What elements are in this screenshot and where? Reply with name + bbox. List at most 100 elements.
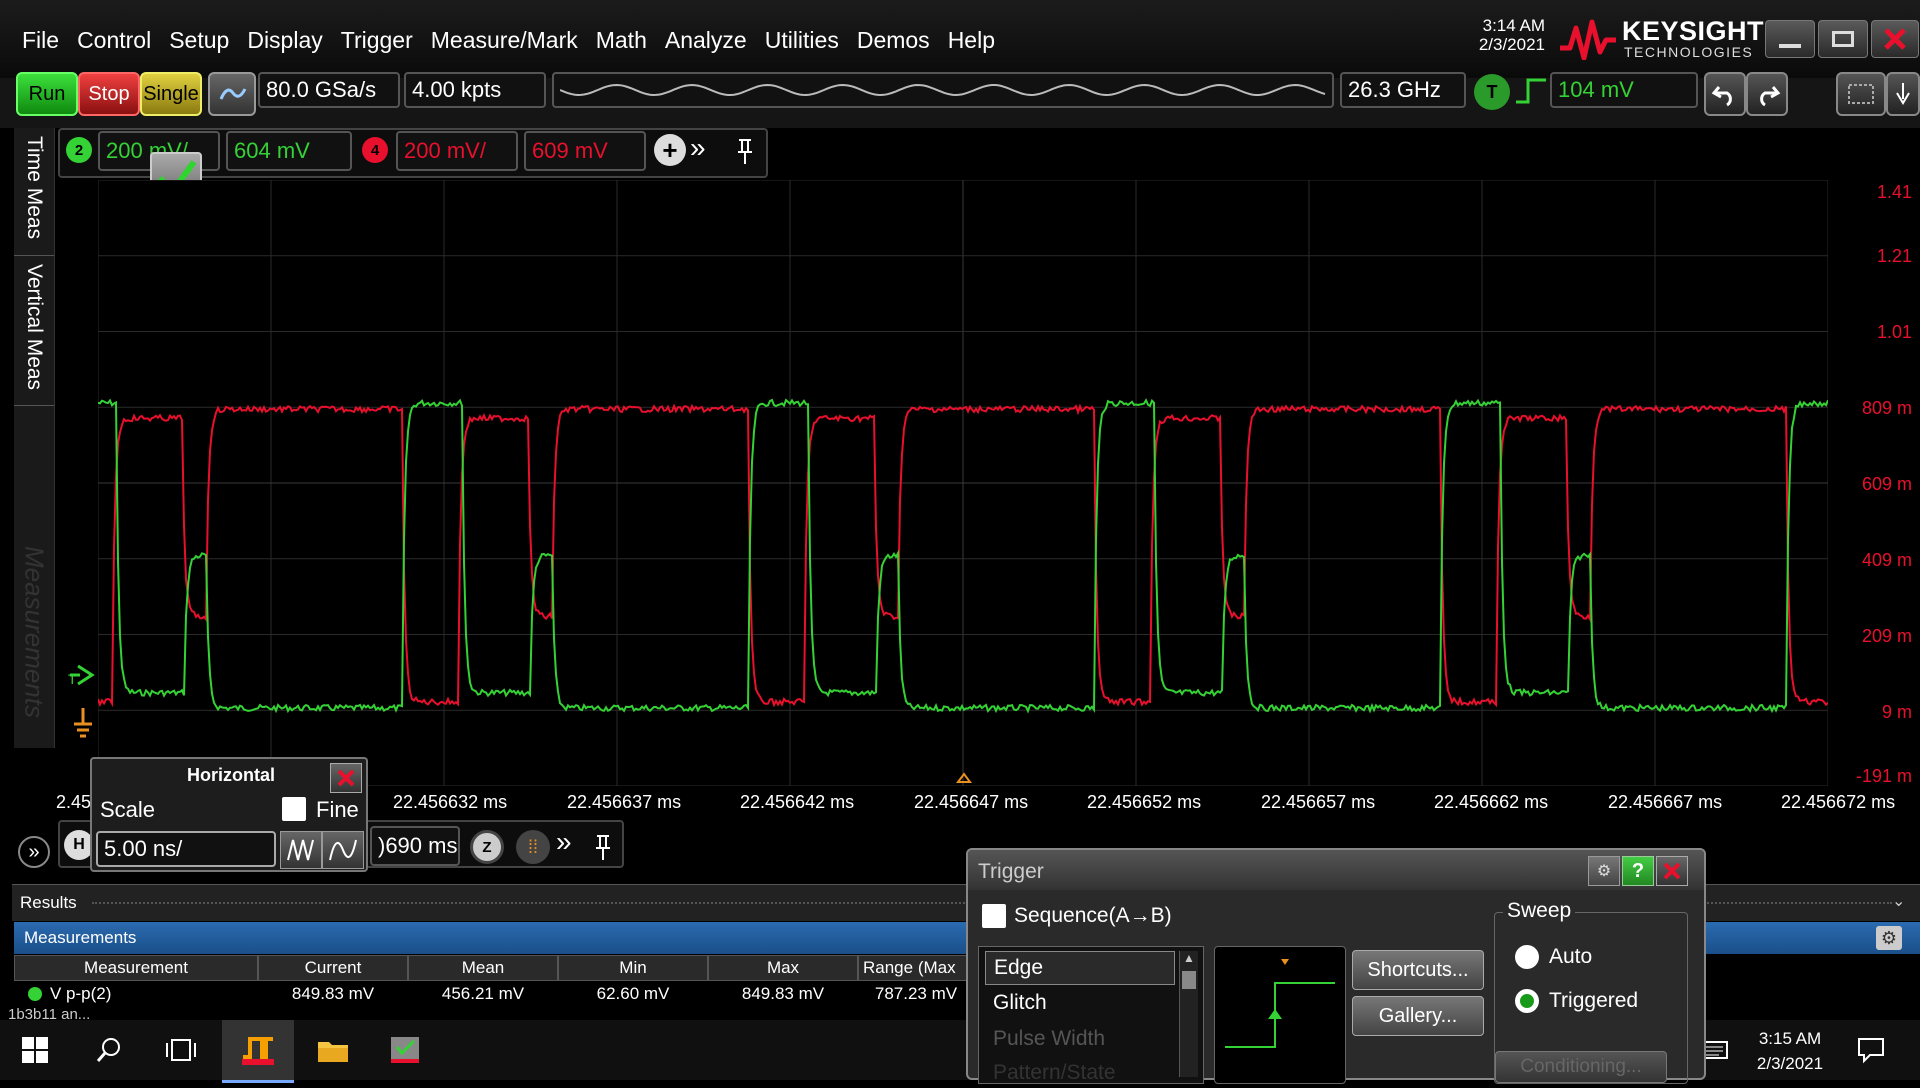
col-header[interactable]: Current (258, 955, 408, 981)
search-button[interactable] (74, 1020, 144, 1080)
menu-help[interactable]: Help (946, 27, 997, 54)
gear-icon: ⚙ (1596, 863, 1612, 880)
fine-checkbox[interactable] (282, 797, 306, 821)
expand-horizontal-button[interactable]: » (556, 826, 572, 858)
triggered-radio[interactable] (1515, 989, 1539, 1013)
windows-icon (22, 1037, 48, 1063)
brand-sub: TECHNOLOGIES (1624, 44, 1754, 60)
auto-radio[interactable] (1515, 945, 1539, 969)
minimize-button[interactable] (1765, 20, 1815, 58)
title-clock-time: 3:14 AM (1482, 16, 1545, 35)
col-header[interactable]: Max (708, 955, 858, 981)
edge-preview (1214, 946, 1346, 1084)
notification-icon[interactable] (1856, 1036, 1886, 1064)
single-button[interactable]: Single (140, 72, 202, 116)
gallery-button[interactable]: Gallery... (1352, 996, 1484, 1036)
measurements-table: Measurement Current Mean Min Max Range (… (14, 955, 974, 1015)
menu-trigger[interactable]: Trigger (339, 27, 415, 54)
channel-2-dot (28, 987, 42, 1001)
stop-button[interactable]: Stop (78, 72, 140, 116)
touch-toggle-button[interactable] (1886, 72, 1920, 116)
list-item-glitch[interactable]: Glitch (993, 991, 1047, 1015)
list-item-pulse-width[interactable]: Pulse Width (993, 1027, 1105, 1051)
taskbar-scope-app[interactable] (222, 1020, 294, 1083)
tab-measurements[interactable]: Measurements (14, 538, 54, 738)
close-app-button[interactable] (1871, 20, 1919, 58)
col-header[interactable]: Measurement (14, 955, 258, 981)
maximize-button[interactable] (1818, 20, 1868, 58)
memory-depth-field[interactable]: 4.00 kpts (404, 72, 546, 108)
expand-channels-button[interactable]: » (690, 132, 706, 164)
add-channel-button[interactable]: + (654, 134, 686, 166)
hand-icon (1896, 83, 1910, 105)
measurements-settings-button[interactable]: ⚙ (1876, 926, 1902, 950)
trigger-level-marker[interactable]: T (68, 662, 98, 688)
markers-button[interactable]: ⁞⁞ (516, 830, 550, 864)
start-button[interactable] (0, 1020, 70, 1080)
menu-file[interactable]: File (20, 27, 61, 54)
list-item-pattern-state[interactable]: Pattern/State (993, 1061, 1116, 1085)
zoom-button[interactable]: Z (470, 830, 504, 864)
channel-4-scale[interactable]: 200 mV/ (396, 131, 518, 171)
task-view-button[interactable] (146, 1020, 216, 1080)
sample-rate-field[interactable]: 80.0 GSa/s (258, 72, 400, 108)
help-icon: ? (1631, 859, 1645, 882)
expand-left-button[interactable]: » (18, 836, 50, 868)
trigger-badge[interactable]: T (1474, 74, 1510, 110)
table-row[interactable]: V p-p(2) (14, 981, 258, 1007)
display-mode-button[interactable] (1836, 72, 1886, 116)
menu-setup[interactable]: Setup (167, 27, 231, 54)
menu-demos[interactable]: Demos (855, 27, 932, 54)
brand-name: KEYSIGHT (1622, 16, 1765, 46)
sweep-group: Sweep Auto Triggered Conditioning... (1494, 899, 1688, 1084)
taskbar-clock[interactable]: 3:15 AM 2/3/2021 (1740, 1026, 1840, 1076)
trigger-level-field[interactable]: 104 mV (1550, 72, 1698, 108)
menu-display[interactable]: Display (245, 27, 324, 54)
cell-current: 849.83 mV (291, 984, 375, 1003)
undo-button[interactable] (1704, 72, 1746, 116)
close-horizontal-button[interactable] (330, 763, 362, 793)
menu-math[interactable]: Math (594, 27, 649, 54)
tab-vertical-meas[interactable]: Vertical Meas (14, 256, 54, 406)
waveform-display[interactable] (98, 180, 1828, 786)
col-header[interactable]: Range (Max (858, 955, 974, 981)
list-item-edge[interactable]: Edge (985, 951, 1175, 985)
horizontal-scale-input[interactable]: 5.00 ns/ (96, 831, 276, 867)
trigger-list-scrollbar[interactable]: ▲ (1179, 951, 1198, 1077)
channel-2-offset[interactable]: 604 mV (226, 131, 352, 171)
scale-increase-button[interactable] (322, 831, 364, 869)
close-trigger-button[interactable] (1656, 856, 1688, 886)
trigger-settings-button[interactable]: ⚙ (1588, 856, 1620, 886)
rising-edge-icon[interactable] (1514, 76, 1548, 106)
sequence-checkbox[interactable] (982, 904, 1006, 928)
redo-button[interactable] (1746, 72, 1788, 116)
conditioning-button[interactable]: Conditioning... (1495, 1051, 1667, 1083)
auto-scale-button[interactable] (208, 72, 256, 116)
tab-time-meas[interactable]: Time Meas (14, 128, 54, 256)
trigger-type-list: Edge Glitch Pulse Width Pattern/State ▲ (978, 946, 1204, 1084)
menu-utilities[interactable]: Utilities (763, 27, 841, 54)
run-button[interactable]: Run (16, 72, 78, 116)
results-collapse-icon[interactable]: ⌄ (1892, 891, 1905, 911)
volt-label: 1.01 (1876, 322, 1912, 342)
trigger-help-button[interactable]: ? (1622, 856, 1654, 886)
col-header[interactable]: Mean (408, 955, 558, 981)
channel-4-offset[interactable]: 609 mV (524, 131, 646, 171)
channel-2-badge[interactable]: 2 (66, 137, 92, 163)
scale-decrease-button[interactable] (280, 831, 322, 869)
taskbar-file-explorer[interactable] (298, 1020, 368, 1080)
bandwidth-field[interactable]: 26.3 GHz (1340, 72, 1466, 108)
col-header[interactable]: Min (558, 955, 708, 981)
menu-control[interactable]: Control (75, 27, 153, 54)
menu-analyze[interactable]: Analyze (663, 27, 749, 54)
time-label: 22.456662 ms (1434, 792, 1549, 812)
pin-icon[interactable] (734, 136, 756, 166)
volt-label: 9 m (1881, 702, 1912, 722)
channel-4-badge[interactable]: 4 (362, 137, 388, 163)
menu-measure-mark[interactable]: Measure/Mark (429, 27, 580, 54)
shortcuts-button[interactable]: Shortcuts... (1352, 950, 1484, 990)
taskbar-checklist-app[interactable] (370, 1020, 440, 1080)
pin-icon[interactable] (592, 832, 614, 862)
horizontal-position-field[interactable]: )690 ms (370, 826, 460, 866)
volt-label: 1.41 (1876, 182, 1912, 202)
